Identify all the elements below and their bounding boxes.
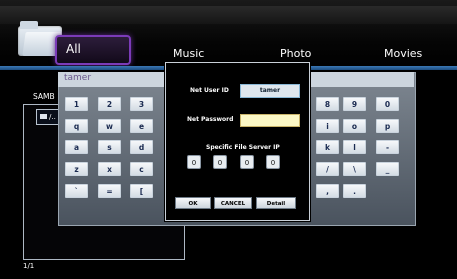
page-indicator: 1/1 — [23, 262, 35, 270]
keyboard-key[interactable]: . — [343, 184, 366, 198]
keyboard-input-value: tamer — [64, 73, 92, 83]
keyboard-key[interactable]: s — [98, 140, 121, 154]
keyboard-key[interactable]: = — [98, 184, 121, 198]
ip-octet-3[interactable]: 0 — [240, 155, 254, 169]
keyboard-key[interactable]: _ — [376, 162, 399, 176]
ip-octet-1[interactable]: 0 — [187, 155, 201, 169]
keyboard-key[interactable]: i — [316, 119, 339, 133]
keyboard-key[interactable]: 9 — [343, 97, 366, 111]
keyboard-key[interactable]: [ — [130, 184, 153, 198]
source-label: SAMB — [33, 92, 55, 101]
cancel-button[interactable]: CANCEL — [214, 197, 252, 209]
keyboard-key[interactable]: , — [316, 184, 339, 198]
top-strip — [0, 6, 457, 24]
keyboard-key[interactable]: e — [130, 119, 153, 133]
keyboard-key[interactable]: z — [65, 162, 88, 176]
keyboard-key[interactable]: 2 — [98, 97, 121, 111]
ip-octet-2[interactable]: 0 — [213, 155, 227, 169]
user-id-label: Net User ID — [190, 87, 229, 94]
keyboard-key[interactable]: c — [130, 162, 153, 176]
keyboard-key[interactable]: ` — [65, 184, 88, 198]
nav-tab-movies[interactable]: Movies — [384, 47, 422, 60]
ip-octet-4[interactable]: 0 — [266, 155, 280, 169]
keyboard-key[interactable]: a — [65, 140, 88, 154]
keyboard-key[interactable]: / — [316, 162, 339, 176]
keyboard-key[interactable]: d — [130, 140, 153, 154]
keyboard-key[interactable]: 3 — [130, 97, 153, 111]
server-ip-label: Specific File Server IP — [206, 144, 280, 151]
keyboard-key[interactable]: 1 — [65, 97, 88, 111]
keyboard-key[interactable]: x — [98, 162, 121, 176]
detail-button[interactable]: Detail — [256, 197, 296, 209]
nav-tab-music[interactable]: Music — [173, 47, 204, 60]
keyboard-key[interactable]: 0 — [376, 97, 399, 111]
keyboard-key[interactable]: 8 — [316, 97, 339, 111]
password-field[interactable] — [240, 114, 300, 127]
keyboard-key[interactable]: o — [343, 119, 366, 133]
user-id-field[interactable]: tamer — [240, 84, 300, 98]
nav-tab-all[interactable]: All — [66, 42, 81, 56]
nav-tab-photo[interactable]: Photo — [280, 47, 311, 60]
keyboard-key[interactable]: q — [65, 119, 88, 133]
folder-small-icon — [40, 114, 47, 119]
keyboard-key[interactable]: p — [376, 119, 399, 133]
keyboard-key[interactable]: \ — [343, 162, 366, 176]
keyboard-key[interactable]: - — [376, 140, 399, 154]
password-label: Net Password — [187, 116, 234, 123]
keyboard-key[interactable]: l — [343, 140, 366, 154]
keyboard-key[interactable]: k — [316, 140, 339, 154]
ok-button[interactable]: OK — [175, 197, 211, 209]
keyboard-key[interactable]: w — [98, 119, 121, 133]
list-item-label: /.. — [49, 113, 56, 121]
